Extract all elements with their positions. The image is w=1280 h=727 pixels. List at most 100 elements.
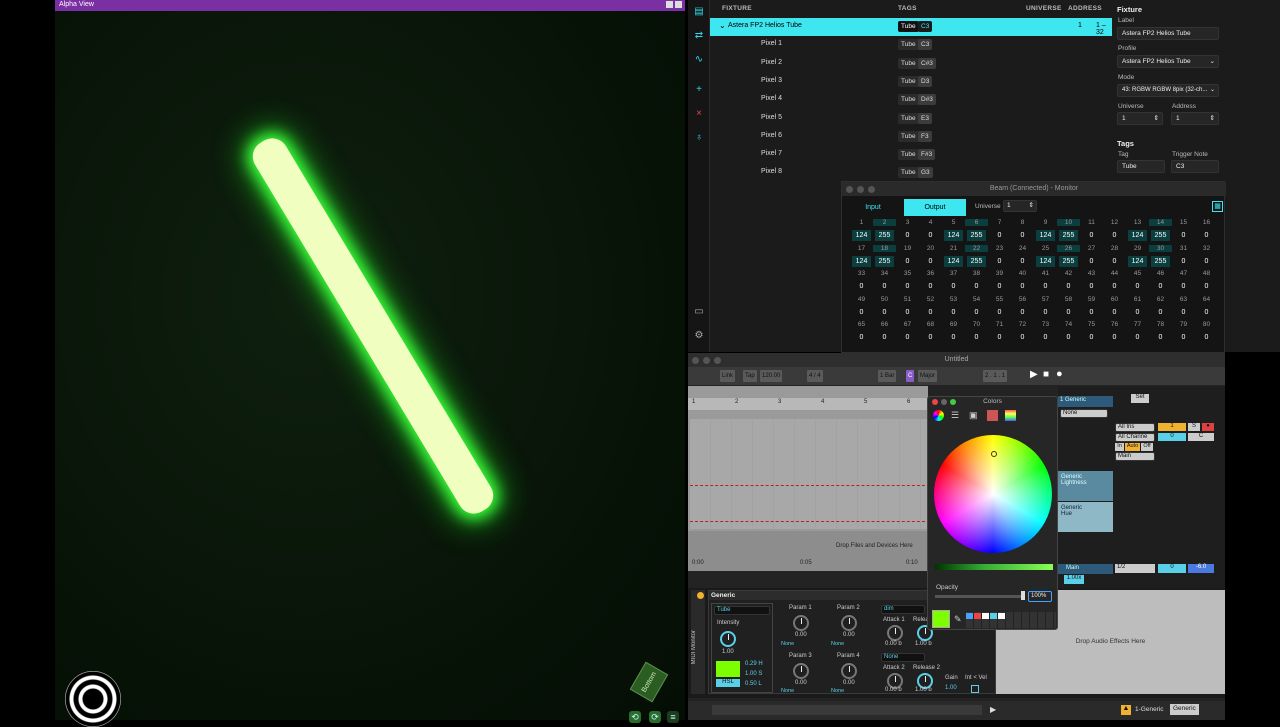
- scale-select[interactable]: Major: [918, 370, 938, 382]
- monitor-icon[interactable]: ∿: [693, 54, 705, 66]
- timeline-ruler[interactable]: 1 2 3 4 5 6: [688, 398, 928, 410]
- fixtures-list-icon[interactable]: ▤: [693, 6, 705, 18]
- position-field[interactable]: 2 . 1 . 1: [983, 370, 1008, 382]
- image-mode-icon[interactable]: [987, 410, 998, 421]
- hue-value[interactable]: 0.29 H: [745, 661, 763, 667]
- note-pill[interactable]: D3: [918, 75, 933, 87]
- opacity-thumb[interactable]: [1021, 591, 1025, 600]
- monitor-universe-stepper[interactable]: 1 ⇕: [1003, 200, 1037, 212]
- pixel-row[interactable]: Pixel 4 Tube D#3: [710, 91, 1112, 109]
- param3-knob[interactable]: [793, 663, 809, 679]
- dim-select[interactable]: dim: [881, 605, 925, 614]
- main-track-header[interactable]: Main: [1058, 564, 1113, 574]
- sat-value[interactable]: 1.00 S: [745, 671, 762, 677]
- palette-swatch[interactable]: [998, 613, 1005, 619]
- opacity-field[interactable]: 100%: [1028, 591, 1052, 602]
- pixel-row[interactable]: Pixel 5 Tube E3: [710, 110, 1112, 128]
- tag-select[interactable]: Tube: [714, 606, 770, 615]
- tag-pill[interactable]: Tube: [898, 39, 919, 51]
- tab-output[interactable]: Output: [904, 199, 966, 216]
- int-vel-toggle[interactable]: [971, 685, 979, 693]
- minimize-icon[interactable]: [857, 186, 864, 193]
- lightness-chain[interactable]: Generic Lightness: [1058, 471, 1113, 501]
- tag-pill[interactable]: Tube: [898, 75, 919, 87]
- drop-files-zone[interactable]: Drop Files and Devices Here 0:00 0:05 0:…: [688, 531, 928, 571]
- palette-swatch[interactable]: [974, 613, 981, 619]
- color-swatch[interactable]: [716, 661, 740, 677]
- stop-icon[interactable]: ■: [1043, 369, 1049, 380]
- tag-field[interactable]: Tube: [1117, 160, 1165, 173]
- status-track[interactable]: 1-Generic: [1135, 706, 1164, 713]
- note-pill[interactable]: D#3: [918, 94, 936, 106]
- note-pill[interactable]: F3: [918, 130, 932, 142]
- device-power-icon[interactable]: [697, 592, 704, 599]
- light-value[interactable]: 0.50 L: [745, 681, 762, 687]
- chat-icon[interactable]: ▭: [693, 306, 705, 318]
- tag-pill[interactable]: Tube: [898, 21, 919, 32]
- quantize-select[interactable]: 1 Bar: [878, 370, 897, 382]
- tempo-field[interactable]: 120.00: [760, 370, 783, 382]
- main-volume[interactable]: -6.0: [1188, 564, 1214, 573]
- pixel-row[interactable]: Pixel 8 Tube G3: [710, 164, 1112, 182]
- param1-select[interactable]: None: [781, 641, 794, 647]
- eyedropper-icon[interactable]: ✎: [954, 614, 962, 625]
- set-button[interactable]: Set: [1131, 394, 1149, 403]
- palette-swatch[interactable]: [990, 613, 997, 619]
- orientation-cube[interactable]: Bottom: [629, 661, 669, 703]
- note-pill[interactable]: F#3: [918, 149, 936, 161]
- monitor-titlebar[interactable]: Beam (Connected) - Monitor: [842, 182, 1226, 196]
- note-pill[interactable]: E3: [918, 112, 932, 124]
- minimize-icon[interactable]: [666, 1, 673, 8]
- colors-titlebar[interactable]: Colors: [928, 397, 1057, 407]
- note-pill[interactable]: C#3: [918, 57, 936, 69]
- play-arrow-icon[interactable]: ▶: [990, 705, 996, 714]
- monitor-in-button[interactable]: In: [1115, 443, 1124, 451]
- rotate-icon[interactable]: ⟲: [629, 711, 641, 723]
- main-volume-left[interactable]: 0: [1158, 564, 1186, 573]
- tag-pill[interactable]: Tube: [898, 57, 919, 69]
- main-output-select[interactable]: Main: [1115, 452, 1155, 461]
- param2-select[interactable]: None: [831, 641, 844, 647]
- monitor-off-button[interactable]: Off: [1141, 443, 1153, 451]
- tag-pill[interactable]: Tube: [898, 149, 919, 161]
- address-stepper[interactable]: 1 ⇕: [1171, 112, 1219, 125]
- tube-preview-canvas[interactable]: Bottom ⟲ ⟳ ≡: [55, 11, 685, 727]
- palette-swatch[interactable]: [982, 613, 989, 619]
- signature-field[interactable]: 4 / 4: [807, 370, 823, 382]
- minimize-icon[interactable]: [941, 399, 947, 405]
- hue-chain[interactable]: Generic Hue: [1058, 502, 1113, 532]
- monitor-auto-button[interactable]: Auto: [1125, 443, 1140, 451]
- wheel-picker-handle[interactable]: [991, 451, 997, 457]
- note-pill[interactable]: C3: [918, 21, 933, 32]
- swatch-palette[interactable]: [966, 612, 1056, 628]
- solo-button[interactable]: S: [1188, 423, 1200, 431]
- tap-button[interactable]: Tap: [743, 370, 757, 382]
- pixel-row[interactable]: Pixel 2 Tube C#3: [710, 55, 1112, 73]
- zoom-icon[interactable]: [950, 399, 956, 405]
- tab-input[interactable]: Input: [842, 199, 904, 216]
- track-volume[interactable]: 0: [1158, 433, 1186, 441]
- palette-swatch[interactable]: [966, 613, 973, 619]
- tempo-scale[interactable]: 1.00x: [1064, 575, 1084, 584]
- param1-knob[interactable]: [793, 615, 809, 631]
- reset-view-icon[interactable]: ⟳: [649, 711, 661, 723]
- track-header[interactable]: 1 Generic: [1058, 396, 1113, 407]
- ableton-titlebar[interactable]: Untitled: [688, 353, 1225, 367]
- tag-pill[interactable]: Tube: [898, 94, 919, 106]
- pan-control[interactable]: C: [1188, 433, 1214, 441]
- pixel-row[interactable]: Pixel 1 Tube C3: [710, 36, 1112, 54]
- sliders-mode-icon[interactable]: ☰: [951, 410, 962, 421]
- clip-lane[interactable]: [690, 419, 930, 529]
- brightness-slider[interactable]: [935, 564, 1053, 570]
- tag-pill[interactable]: Tube: [898, 130, 919, 142]
- settings-icon[interactable]: ⚙: [693, 330, 705, 342]
- envelope2-select[interactable]: None: [881, 653, 925, 662]
- param4-knob[interactable]: [841, 663, 857, 679]
- key-select[interactable]: C: [906, 370, 915, 382]
- add-icon[interactable]: +: [693, 84, 705, 96]
- record-icon[interactable]: ●: [1056, 368, 1063, 380]
- track-activator[interactable]: 1: [1158, 423, 1186, 431]
- pixel-row[interactable]: Pixel 7 Tube F#3: [710, 146, 1112, 164]
- mode-select[interactable]: 43: RGBW RGBW 8pix (32-ch... ⌄: [1117, 84, 1219, 97]
- close-icon[interactable]: [932, 399, 938, 405]
